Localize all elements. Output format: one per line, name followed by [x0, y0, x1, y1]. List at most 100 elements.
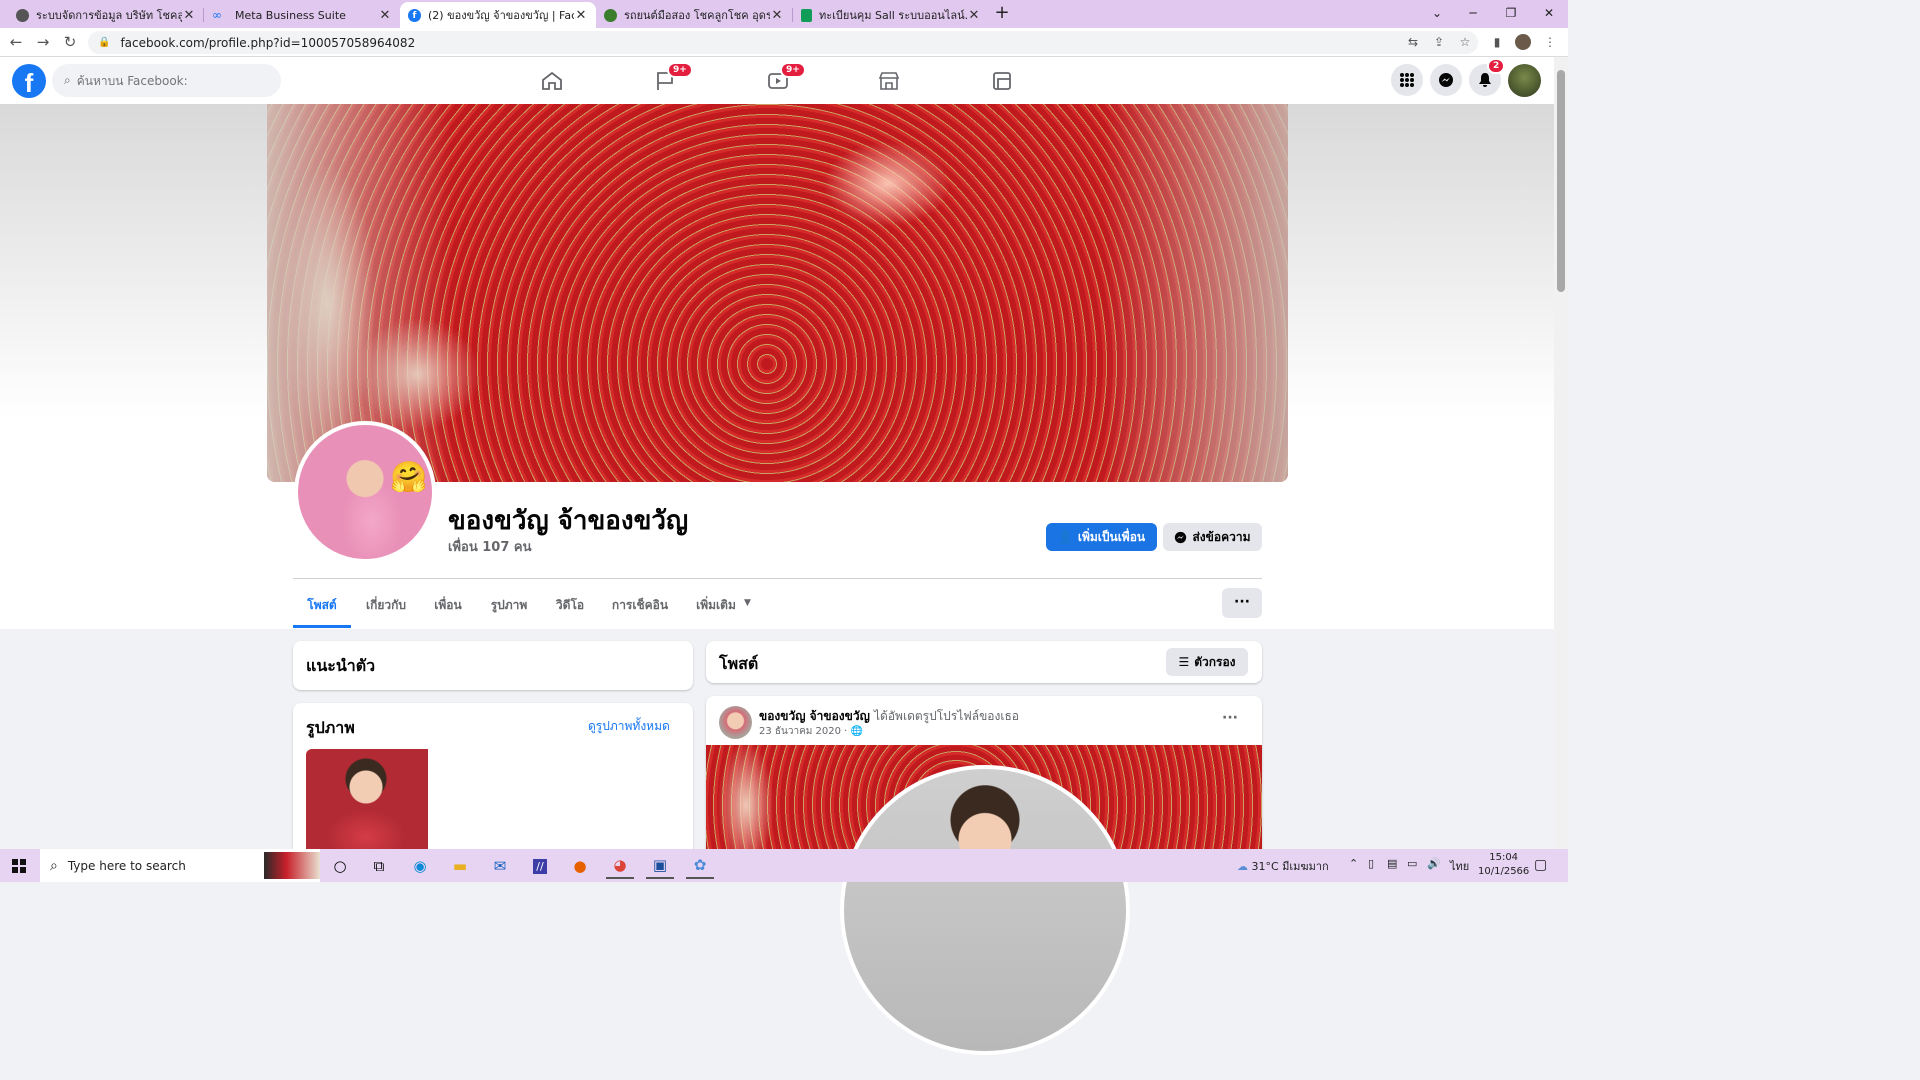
translate-icon[interactable]: ⇆: [1405, 34, 1421, 50]
volume-icon[interactable]: 🔊: [1427, 857, 1441, 870]
network-icon[interactable]: ▭: [1407, 857, 1417, 870]
more-options-button[interactable]: ···: [1222, 588, 1262, 618]
tab-photos[interactable]: รูปภาพ: [481, 590, 537, 628]
tab-friends[interactable]: เพื่อน: [424, 590, 472, 628]
profile-name: ของขวัญ จ้าของขวัญ: [448, 506, 689, 536]
new-tab-button[interactable]: +: [992, 4, 1012, 24]
divider: [293, 578, 1262, 579]
browser-tab-active[interactable]: f (2) ของขวัญ จ้าของขวัญ | Facebook ✕: [400, 2, 596, 28]
tab-title: ทะเบียนคุม Sall ระบบออนไลน์.xlsx - G: [819, 9, 967, 22]
tab-search-icon[interactable]: ⌄: [1422, 3, 1452, 23]
search-input[interactable]: [76, 73, 257, 88]
address-bar[interactable]: 🔒 facebook.com/profile.php?id=1000570589…: [88, 31, 1478, 54]
photo-thumbnail[interactable]: [306, 749, 428, 849]
gaming-icon[interactable]: [980, 65, 1024, 97]
intro-title: แนะนำตัว: [306, 656, 376, 675]
watch-video-icon[interactable]: 9+: [756, 62, 806, 97]
messenger-icon[interactable]: [1430, 64, 1462, 96]
nav-badge: 9+: [780, 62, 806, 78]
scrollbar-thumb[interactable]: [1557, 70, 1565, 292]
send-message-button[interactable]: ส่งข้อความ: [1163, 523, 1262, 551]
marketplace-icon[interactable]: [867, 65, 911, 97]
add-friend-label: เพิ่มเป็นเพื่อน: [1077, 529, 1146, 544]
tab-more[interactable]: เพิ่มเติม: [688, 590, 744, 628]
notifications-bell-icon[interactable]: 2: [1469, 58, 1506, 96]
profile-avatar-icon[interactable]: [1515, 34, 1531, 50]
back-icon[interactable]: ←: [6, 32, 26, 52]
facebook-logo[interactable]: f: [12, 64, 46, 98]
see-all-photos-link[interactable]: ดูรูปภาพทั้งหมด: [588, 717, 670, 736]
forward-icon[interactable]: →: [33, 32, 53, 52]
app-icon[interactable]: //: [526, 853, 554, 879]
share-icon[interactable]: ⇪: [1431, 34, 1447, 50]
chrome-icon[interactable]: ◕: [606, 853, 634, 879]
sliders-icon: ☰: [1178, 655, 1190, 669]
add-friend-button[interactable]: 👤 เพิ่มเป็นเพื่อน: [1046, 523, 1157, 551]
close-icon[interactable]: ✕: [574, 8, 588, 23]
tab-title: Meta Business Suite: [235, 8, 346, 22]
mail-icon[interactable]: ✉: [486, 853, 514, 879]
browser-tab-strip: ระบบจัดการข้อมูล บริษัท โชคลูกโชค ✕ ∞ Me…: [0, 0, 1568, 28]
cortana-icon[interactable]: ○: [326, 853, 354, 879]
show-hidden-icons[interactable]: ⌃: [1349, 857, 1358, 870]
clock-date: 10/1/2566: [1478, 866, 1530, 877]
side-panel-icon[interactable]: ▮: [1489, 34, 1505, 50]
restore-button[interactable]: ❐: [1496, 3, 1526, 23]
lock-icon[interactable]: 🔒: [98, 37, 110, 48]
search-icon: ⌕: [50, 857, 58, 874]
facebook-header: f ⌕ 9+ 9+ 2: [0, 57, 1554, 104]
windows-start-button[interactable]: [0, 849, 38, 882]
tray-app-icon[interactable]: ▯: [1368, 857, 1374, 870]
post-author-avatar[interactable]: [719, 706, 752, 739]
account-avatar[interactable]: [1508, 64, 1541, 97]
close-icon[interactable]: ✕: [378, 8, 392, 23]
clock[interactable]: 15:04 10/1/2566: [1478, 851, 1529, 879]
browser-tab[interactable]: ทะเบียนคุม Sall ระบบออนไลน์.xlsx - G ✕: [793, 2, 989, 28]
caret-down-icon[interactable]: ▼: [744, 598, 751, 608]
tab-posts[interactable]: โพสต์: [293, 590, 351, 628]
taskbar-search-placeholder: Type here to search: [67, 858, 186, 873]
paint-icon[interactable]: ✿: [686, 853, 714, 879]
tab-about[interactable]: เกี่ยวกับ: [356, 590, 416, 628]
bookmark-star-icon[interactable]: ☆: [1457, 34, 1473, 50]
tray-meet-icon[interactable]: ▤: [1387, 857, 1397, 870]
close-icon[interactable]: ✕: [182, 8, 196, 23]
emoji-sticker-icon: 🤗: [390, 460, 428, 495]
close-icon[interactable]: ✕: [770, 8, 784, 23]
close-icon[interactable]: ✕: [967, 8, 981, 23]
taskbar-search[interactable]: ⌕ Type here to search: [40, 849, 320, 882]
messenger-icon: [1175, 531, 1187, 543]
input-language[interactable]: ไทย: [1450, 857, 1469, 875]
firefox-icon[interactable]: ●: [566, 853, 594, 879]
post-action-text: ได้อัพเดตรูปโปรไฟล์ของเธอ: [874, 709, 1020, 723]
cover-photo[interactable]: [267, 104, 1288, 482]
tab-videos[interactable]: วิดีโอ: [547, 590, 593, 628]
photos-app-icon[interactable]: ▣: [646, 853, 674, 879]
pages-flag-icon[interactable]: 9+: [643, 62, 693, 97]
tab-checkins[interactable]: การเช็คอิน: [602, 590, 678, 628]
task-view-icon[interactable]: ⧉: [365, 853, 393, 879]
post-meta: 23 ธันวาคม 2020 · 🌐: [759, 724, 863, 739]
post-date[interactable]: 23 ธันวาคม 2020 ·: [759, 726, 847, 737]
reload-icon[interactable]: ↻: [60, 32, 80, 52]
post-profile-picture[interactable]: [840, 765, 1130, 1055]
filter-button[interactable]: ☰ ตัวกรอง: [1166, 648, 1248, 676]
minimize-button[interactable]: ─: [1458, 3, 1488, 23]
facebook-search[interactable]: ⌕: [52, 64, 281, 97]
notification-center-icon[interactable]: ▢: [1534, 857, 1547, 873]
file-explorer-icon[interactable]: ▬: [446, 853, 474, 879]
browser-tab[interactable]: ระบบจัดการข้อมูล บริษัท โชคลูกโชค ✕: [8, 2, 204, 28]
menu-kebab-icon[interactable]: ⋮: [1542, 34, 1558, 50]
menu-grid-icon[interactable]: [1391, 64, 1423, 96]
photos-title: รูปภาพ: [306, 718, 355, 737]
weather-widget[interactable]: ☁ 31°C มีเมฆมาก: [1237, 857, 1329, 875]
post-options-button[interactable]: ···: [1222, 710, 1238, 726]
browser-tab[interactable]: ∞ Meta Business Suite ✕: [204, 2, 400, 28]
edge-icon[interactable]: ◉: [406, 853, 434, 879]
browser-tab[interactable]: รถยนต์มือสอง โชคลูกโชค อุดรธานี ✕: [596, 2, 792, 28]
friend-count[interactable]: เพื่อน 107 คน: [448, 536, 531, 557]
windows-taskbar: ⌕ Type here to search ○ ⧉ ◉ ▬ ✉ // ● ◕ ▣…: [0, 849, 1568, 882]
post-author-name[interactable]: ของขวัญ จ้าของขวัญ: [759, 709, 870, 723]
home-icon[interactable]: [530, 65, 574, 97]
close-window-button[interactable]: ✕: [1534, 3, 1564, 23]
